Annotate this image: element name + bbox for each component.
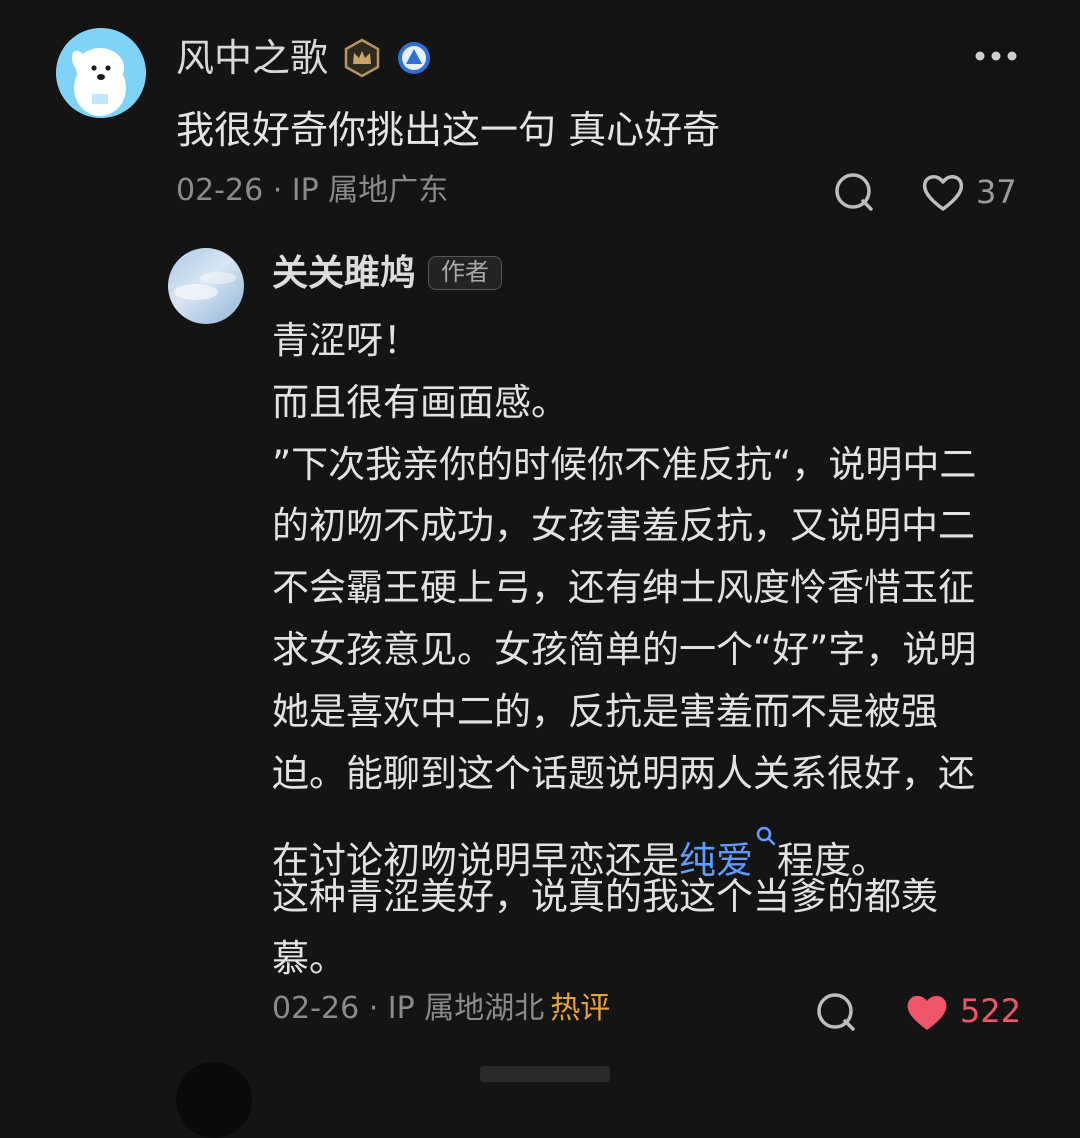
reply-bubble-icon[interactable] — [814, 990, 858, 1034]
next-avatar[interactable] — [176, 1062, 252, 1138]
like-count: 37 — [976, 173, 1017, 211]
commenter-username[interactable]: 风中之歌 — [176, 34, 328, 82]
avatar[interactable] — [56, 28, 146, 118]
reply-line: 她是喜欢中二的，反抗是害羞而不是被强 — [272, 689, 938, 733]
reply-meta: 02-26 · IP 属地湖北 热评 — [272, 988, 610, 1030]
reply-line: 而且很有画面感。 — [272, 380, 568, 424]
hot-comment-tag: 热评 — [550, 991, 611, 1026]
reply-line: 求女孩意见。女孩简单的一个“好”字，说明 — [272, 627, 977, 671]
author-tag: 作者 — [428, 256, 502, 290]
comment-meta: 02-26 · IP 属地广东 — [176, 173, 449, 208]
reply-line: 不会霸王硬上弓，还有绅士风度怜香惜玉征 — [272, 566, 975, 610]
reply-line: ”下次我亲你的时候你不准反抗“，说明中二 — [272, 442, 977, 486]
heart-icon[interactable] — [920, 170, 966, 214]
reply-line: 青涩呀！ — [272, 319, 420, 362]
search-icon[interactable] — [755, 804, 777, 846]
like-count: 522 — [960, 992, 1022, 1030]
reply-line: 这种青涩美好，说真的我这个当爹的都羡 — [272, 875, 938, 919]
reply-username[interactable]: 关关雎鸠 — [272, 250, 416, 298]
reply-line-with-link: 在讨论初吻说明早恋还是纯爱 程度。 — [272, 804, 1032, 882]
reply-avatar[interactable] — [168, 248, 244, 324]
reply-line: 迫。能聊到这个话题说明两人关系很好，还 — [272, 751, 975, 795]
reply-meta-text: 02-26 · IP 属地湖北 — [272, 991, 545, 1026]
next-username-peek — [480, 1066, 610, 1082]
dog-avatar-icon — [56, 28, 146, 118]
comment-text: 我很好奇你挑出这一句 真心好奇 — [176, 108, 721, 152]
reply-line: 的初吻不成功，女孩害羞反抗，又说明中二 — [272, 504, 975, 548]
crown-badge-icon[interactable] — [342, 38, 382, 78]
reply-text: 青涩呀！ 而且很有画面感。 ”下次我亲你的时候你不准反抗“，说明中二 的初吻不成… — [272, 310, 1032, 990]
level-badge-icon[interactable] — [396, 40, 432, 76]
reply-bubble-icon[interactable] — [832, 170, 876, 214]
reply-line: 慕。 — [272, 936, 346, 980]
heart-filled-icon[interactable] — [904, 990, 950, 1034]
sky-avatar-icon — [174, 272, 236, 300]
more-icon[interactable] — [972, 48, 1020, 64]
